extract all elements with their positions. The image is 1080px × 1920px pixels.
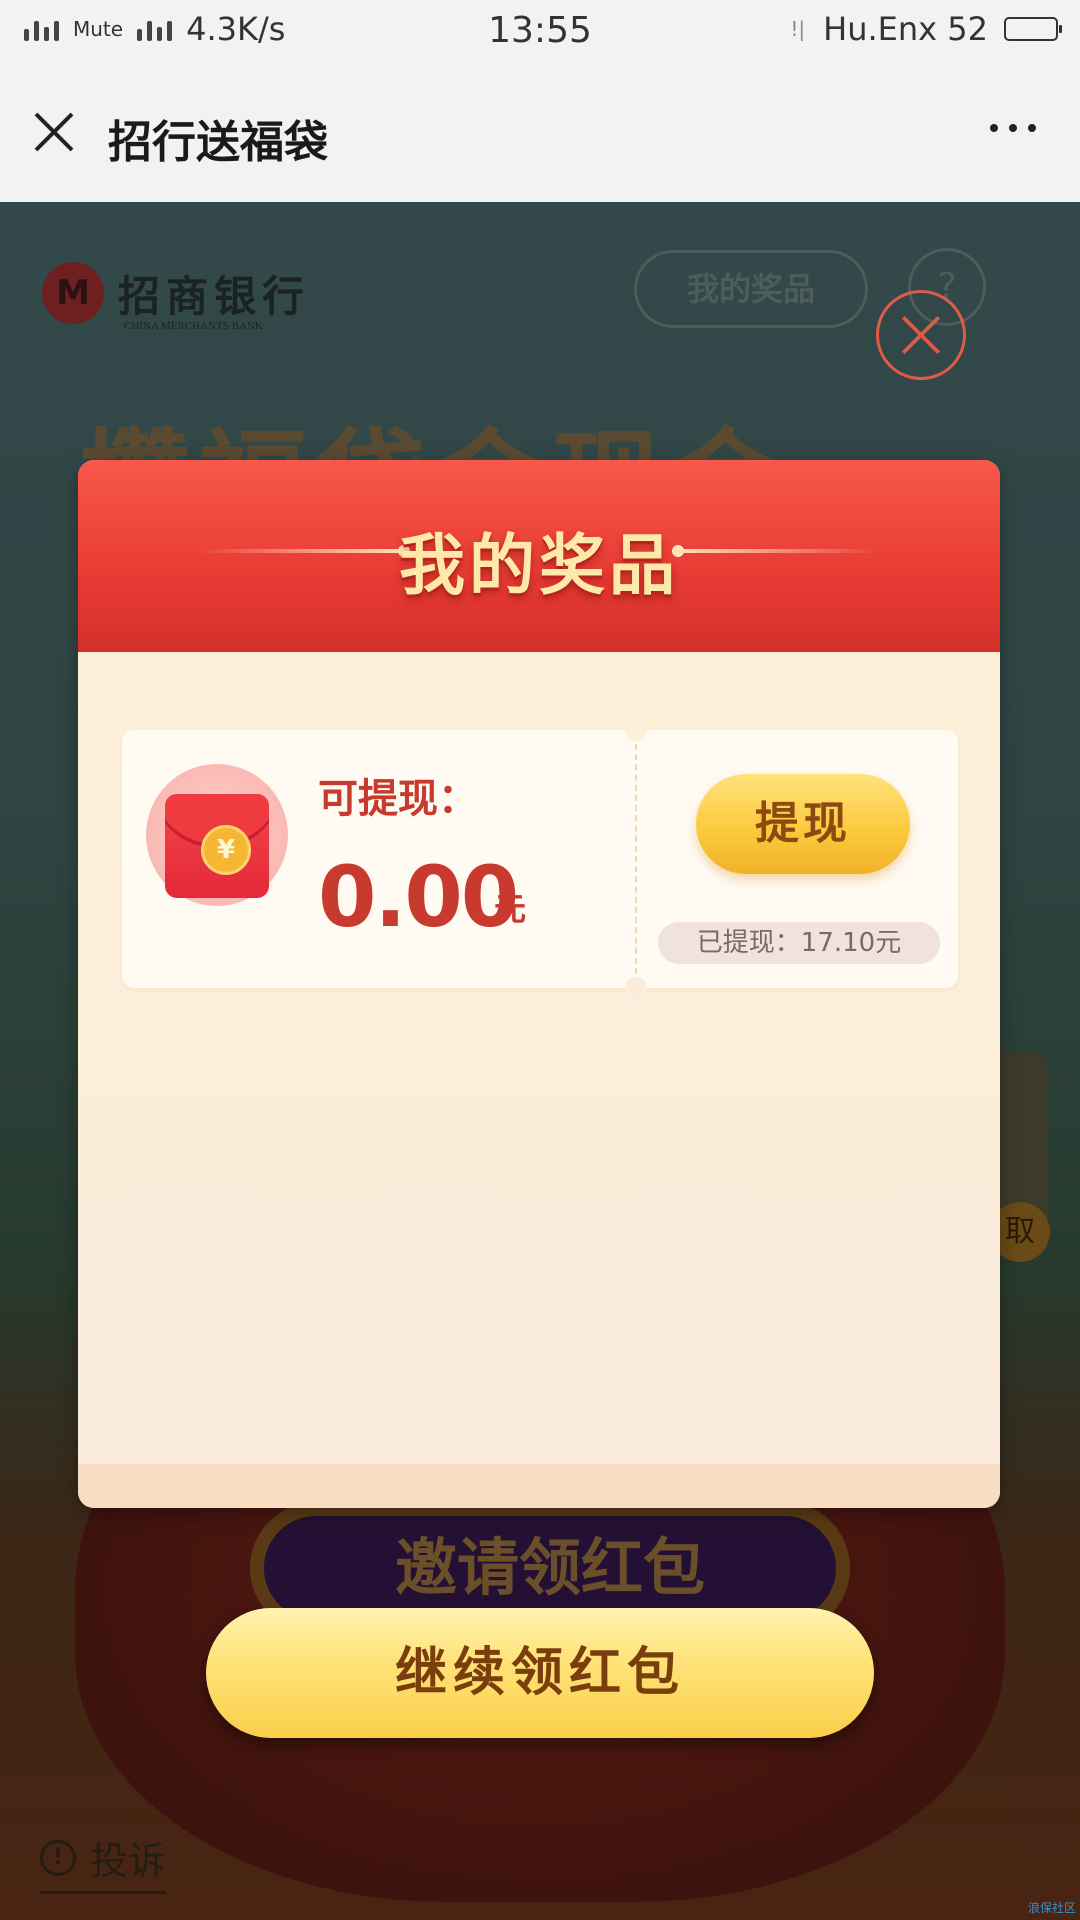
more-icon[interactable]: [990, 124, 1036, 132]
bank-name: 招商银行: [118, 271, 311, 321]
alert-icon: !: [40, 1839, 76, 1876]
prize-modal: 我的奖品 ¥ 可提现： 0.00 元 提现 已提现：17.10元: [78, 460, 1000, 1508]
status-bar: Mute 4.3K/s 13:55 !| Hu.Enx 52: [0, 0, 1080, 62]
my-prizes-button: 我的奖品: [634, 250, 868, 328]
complain-link[interactable]: ! 投诉: [40, 1830, 167, 1894]
withdrawable-label: 可提现：: [318, 776, 478, 822]
watermark: 浪保社区: [1027, 1901, 1076, 1915]
card-divider: [635, 744, 637, 974]
close-icon[interactable]: [30, 108, 78, 156]
withdraw-button[interactable]: 提现: [696, 774, 910, 874]
decor-line-right: [674, 549, 880, 553]
prize-card: ¥ 可提现： 0.00 元 提现 已提现：17.10元: [122, 719, 958, 999]
popup-close-icon[interactable]: [876, 290, 966, 380]
modal-body: ¥ 可提现： 0.00 元 提现 已提现：17.10元: [78, 652, 1000, 1464]
carrier-label: Hu.Enx 52: [823, 10, 988, 48]
red-envelope-icon: ¥: [146, 764, 288, 906]
complain-label: 投诉: [90, 1839, 167, 1883]
page-title: 招行送福袋: [108, 117, 328, 168]
modal-title: 我的奖品: [399, 527, 679, 604]
modal-header: 我的奖品: [78, 460, 1000, 652]
currency-unit: 元: [494, 890, 527, 928]
bank-logo: M 招商银行 CHINA MERCHANTS BANK: [42, 262, 311, 332]
card-notch: [625, 977, 647, 999]
battery-icon: [1004, 17, 1062, 41]
withdrawn-total: 已提现：17.10元: [658, 922, 940, 964]
bank-logo-icon: M: [42, 262, 104, 324]
continue-red-packet-button[interactable]: 继续领红包: [206, 1608, 874, 1738]
status-right: !| Hu.Enx 52: [790, 10, 1062, 48]
withdrawable-amount: 0.00: [318, 848, 519, 946]
envelope-body: ¥: [165, 794, 269, 898]
modal-footer: [78, 1464, 1000, 1508]
card-notch: [625, 719, 647, 741]
bank-name-en: CHINA MERCHANTS BANK: [124, 320, 263, 332]
yuan-coin-icon: ¥: [201, 825, 251, 875]
network-icon: !|: [790, 17, 806, 41]
nav-bar: 招行送福袋: [0, 62, 1080, 203]
